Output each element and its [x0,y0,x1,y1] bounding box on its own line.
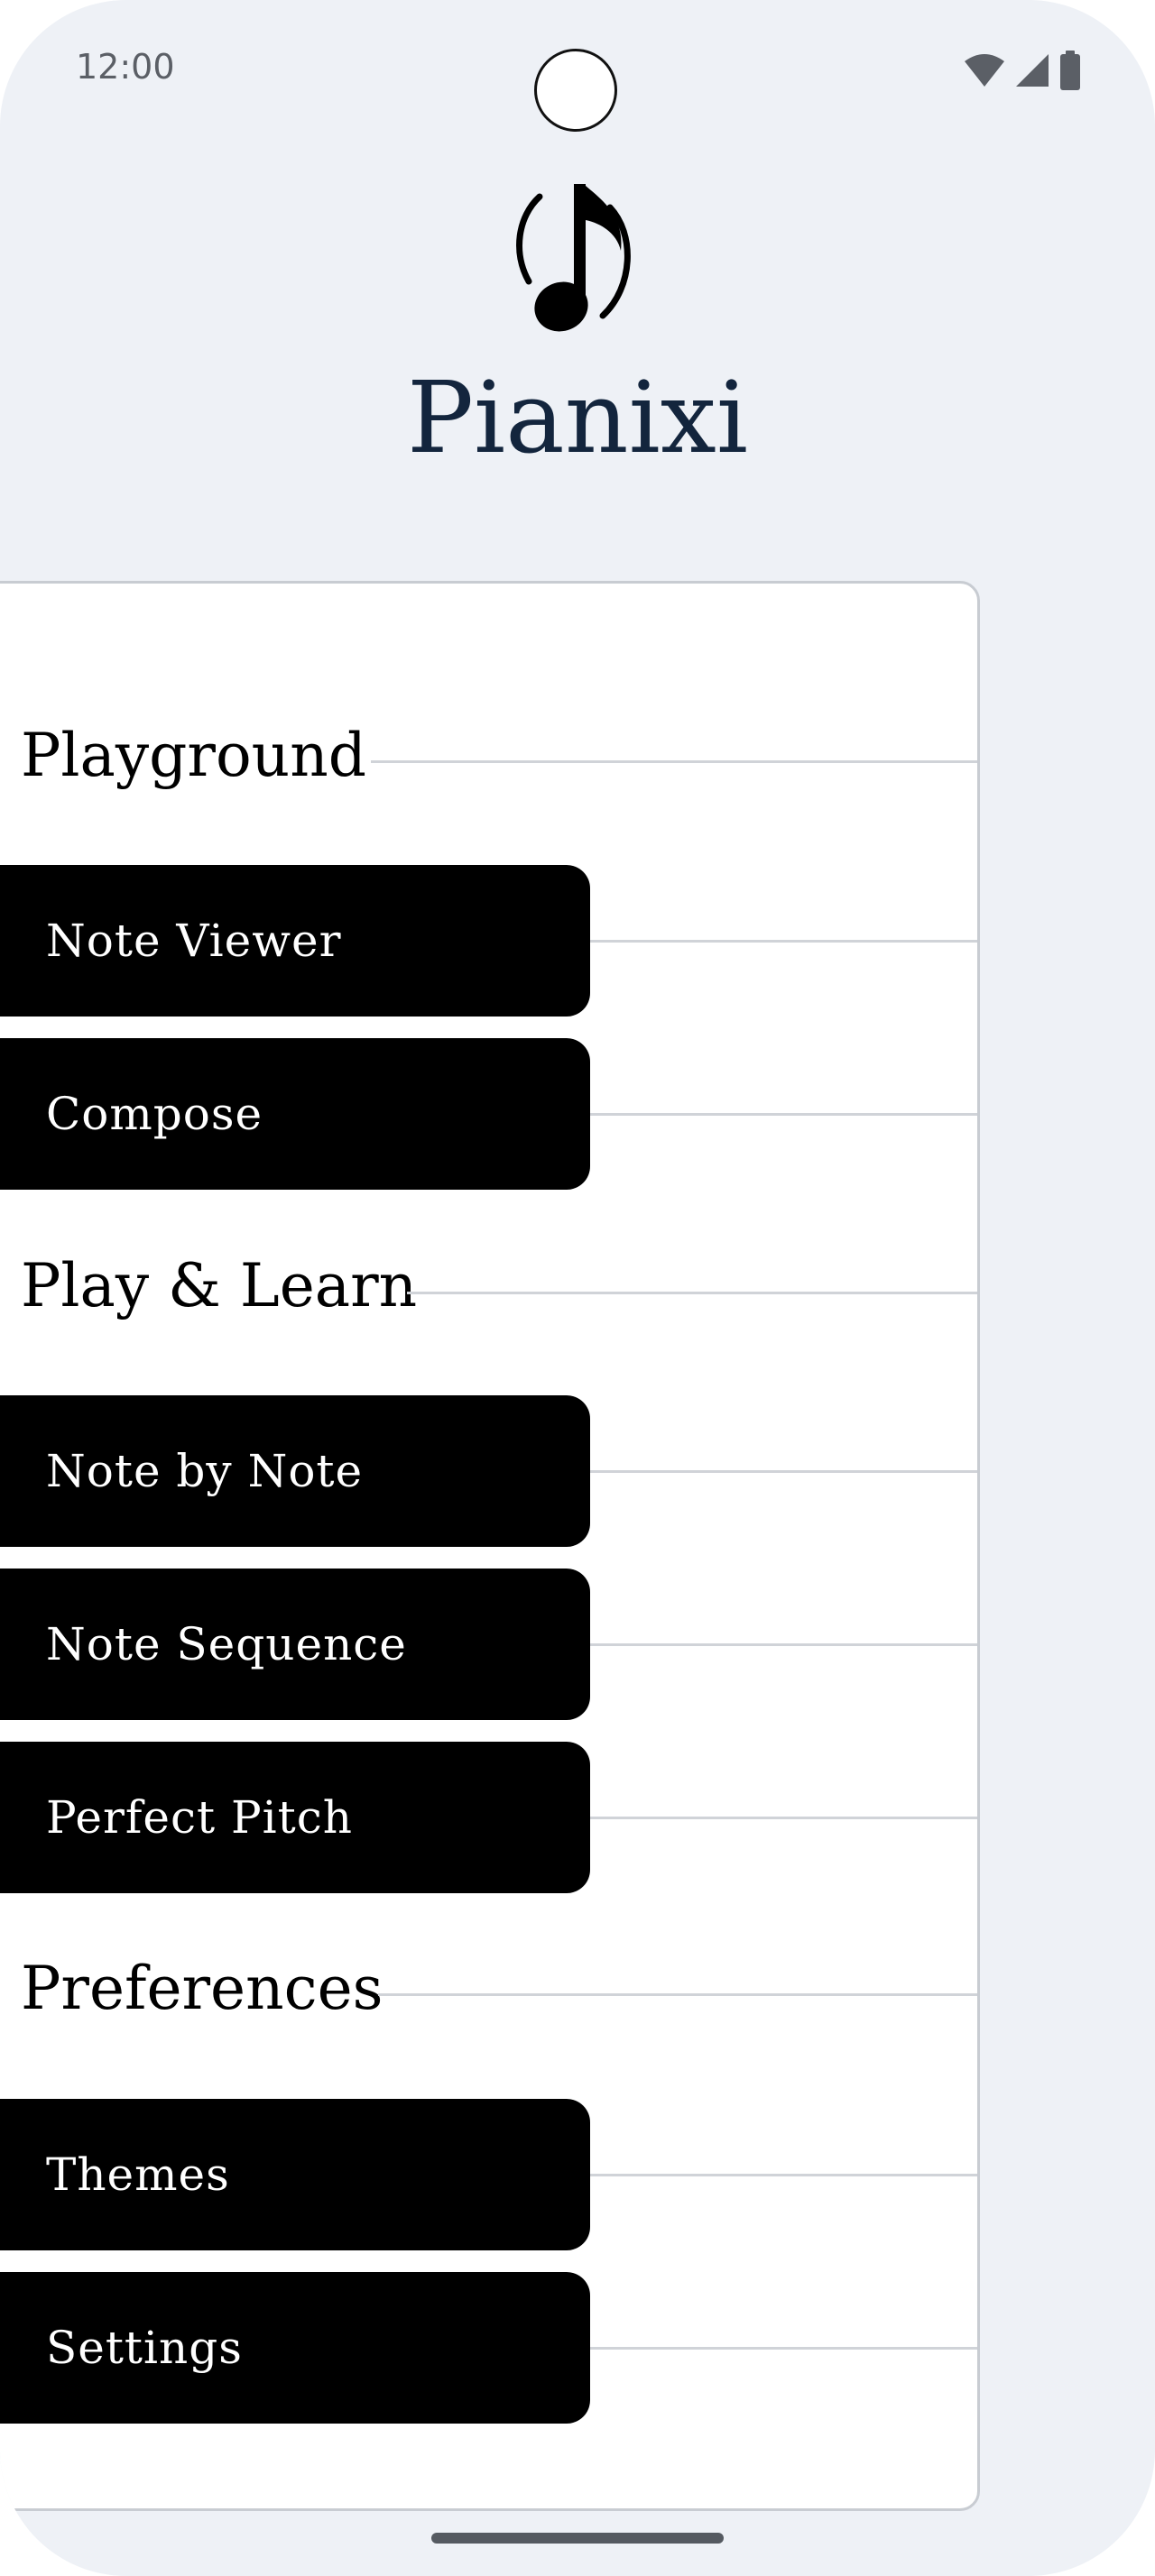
note-viewer-button[interactable]: Note Viewer [0,865,590,1017]
compose-button[interactable]: Compose [0,1038,590,1190]
home-indicator[interactable] [431,2533,724,2544]
phone-screen: 12:00 Pianixi Playground Note Viewer Com… [0,0,1155,2576]
app-title: Pianixi [406,360,749,475]
battery-icon [1059,51,1081,90]
note-sequence-button[interactable]: Note Sequence [0,1569,590,1720]
divider-line [407,1292,977,1294]
section-header-playground: Playground [21,721,366,790]
divider-line [590,1113,977,1116]
settings-button[interactable]: Settings [0,2272,590,2424]
themes-button[interactable]: Themes [0,2099,590,2250]
status-time: 12:00 [76,47,175,87]
divider-line [590,1470,977,1473]
divider-line [590,2174,977,2176]
music-note-icon [513,180,642,336]
divider-line [590,940,977,943]
menu-card: Playground Note Viewer Compose Play & Le… [0,581,980,2511]
section-header-play-learn: Play & Learn [21,1251,418,1320]
divider-line [590,2347,977,2350]
status-bar: 12:00 [0,0,1155,135]
status-icons [964,51,1081,90]
section-header-preferences: Preferences [21,1954,383,2023]
note-by-note-button[interactable]: Note by Note [0,1395,590,1547]
wifi-icon [964,52,1005,88]
divider-line [590,1817,977,1819]
perfect-pitch-button[interactable]: Perfect Pitch [0,1742,590,1893]
camera-cutout [534,49,617,132]
divider-line [378,1993,977,1996]
signal-icon [1014,52,1050,88]
divider-line [590,1643,977,1646]
divider-line [371,760,977,763]
